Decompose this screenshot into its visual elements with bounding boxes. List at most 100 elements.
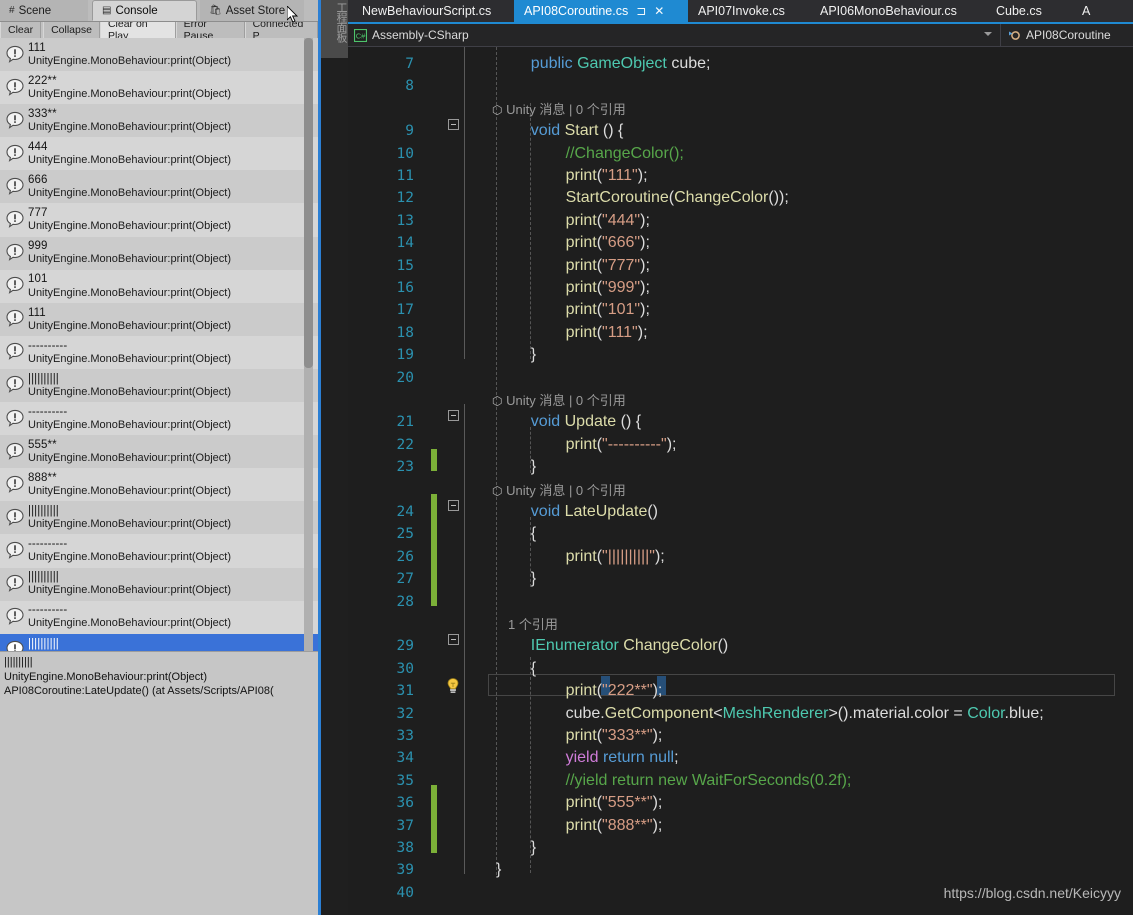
- connected-player-button[interactable]: Connected P: [244, 18, 318, 42]
- console-log-entry[interactable]: ||||||||||UnityEngine.MonoBehaviour:prin…: [0, 567, 318, 601]
- console-log-entry[interactable]: 101 UnityEngine.MonoBehaviour:print(Objec…: [0, 269, 318, 303]
- code-line[interactable]: void Update () {: [531, 411, 641, 433]
- lightbulb-icon[interactable]: [444, 677, 462, 695]
- code-line[interactable]: yield return null;: [566, 747, 679, 769]
- line-number: 11: [396, 168, 414, 184]
- code-line[interactable]: print("111");: [566, 322, 648, 344]
- grid-icon: #: [9, 4, 15, 16]
- console-log-entry[interactable]: ||||||||||UnityEngine.MonoBehaviour:prin…: [0, 368, 318, 403]
- line-number: 25: [396, 526, 414, 543]
- code-line[interactable]: print("222**");: [566, 680, 663, 702]
- code-line[interactable]: print("555**");: [566, 792, 663, 814]
- console-log-entry[interactable]: ||||||||||UnityEngine.MonoBehaviour:prin…: [0, 501, 318, 535]
- code-line[interactable]: StartCoroutine(ChangeColor());: [566, 187, 789, 209]
- pin-icon[interactable]: ⊐: [636, 4, 646, 18]
- code-line[interactable]: print("999");: [566, 277, 650, 299]
- fold-toggle[interactable]: [448, 410, 459, 421]
- console-log-stacktrace: UnityEngine.MonoBehaviour:print(Object): [28, 54, 231, 67]
- error-pause-button[interactable]: Error Pause: [175, 18, 245, 42]
- editor-tab-overflow[interactable]: A: [1072, 0, 1102, 22]
- console-log-entry[interactable]: 666 UnityEngine.MonoBehaviour:print(Objec…: [0, 170, 318, 204]
- close-icon[interactable]: ✕: [654, 4, 664, 18]
- code-line[interactable]: }: [496, 859, 501, 881]
- code-line[interactable]: void Start () {: [531, 120, 624, 142]
- code-line[interactable]: }: [531, 456, 536, 478]
- code-line[interactable]: print("101");: [566, 299, 650, 321]
- editor-tab-api08coroutine[interactable]: API08Coroutine.cs ⊐ ✕: [514, 0, 688, 22]
- console-log-entry[interactable]: 222** UnityEngine.MonoBehaviour:print(Obj…: [0, 71, 318, 105]
- console-log-entry[interactable]: ---------- UnityEngine.MonoBehaviour:prin…: [0, 335, 318, 369]
- code-line[interactable]: print("888**");: [566, 815, 663, 837]
- unity-tab-scene[interactable]: # Scene: [0, 0, 88, 21]
- clear-button[interactable]: Clear: [0, 22, 42, 38]
- console-log-entry[interactable]: ---------- UnityEngine.MonoBehaviour:prin…: [0, 534, 318, 568]
- console-log-stacktrace: UnityEngine.MonoBehaviour:print(Object): [28, 485, 231, 498]
- console-log-text: ---------- UnityEngine.MonoBehaviour:prin…: [28, 603, 231, 630]
- codelens-annotation[interactable]: ⬡ Unity 消息 | 0 个引用: [492, 99, 626, 121]
- chevron-down-icon[interactable]: [984, 32, 992, 36]
- console-log-entry[interactable]: 555** UnityEngine.MonoBehaviour:print(Obj…: [0, 435, 318, 469]
- code-line[interactable]: print("111");: [566, 165, 648, 187]
- console-scrollbar-thumb[interactable]: [304, 38, 313, 368]
- editor-tab-label: API08Coroutine.cs: [524, 4, 629, 18]
- code-editor[interactable]: 7 public GameObject cube; 8 ⬡ Unity 消息 | 0 …: [348, 47, 1133, 915]
- console-log-entry[interactable]: ---------- UnityEngine.MonoBehaviour:prin…: [0, 600, 318, 634]
- project-selector[interactable]: C# Assembly-CSharp: [348, 24, 1000, 46]
- collapse-button[interactable]: Collapse: [43, 22, 100, 38]
- code-line[interactable]: void LateUpdate(): [531, 501, 658, 523]
- console-log-message: 888**: [28, 472, 57, 485]
- editor-tab-api07invoke[interactable]: API07Invoke.cs: [688, 0, 806, 22]
- console-log-text: 888** UnityEngine.MonoBehaviour:print(Obj…: [28, 471, 231, 498]
- code-line[interactable]: print("----------");: [566, 434, 677, 456]
- console-scrollbar[interactable]: [304, 38, 313, 651]
- fold-toggle[interactable]: [448, 500, 459, 511]
- console-log-entry[interactable]: 111 UnityEngine.MonoBehaviour:print(Objec…: [0, 302, 318, 336]
- console-log-entry[interactable]: 999 UnityEngine.MonoBehaviour:print(Objec…: [0, 236, 318, 270]
- console-log-text: ---------- UnityEngine.MonoBehaviour:prin…: [28, 405, 231, 432]
- unity-tab-label: Console: [115, 4, 158, 17]
- code-line[interactable]: //ChangeColor();: [566, 143, 684, 165]
- console-log-entry[interactable]: 777 UnityEngine.MonoBehaviour:print(Objec…: [0, 203, 318, 237]
- editor-tab-cube[interactable]: Cube.cs: [986, 0, 1068, 22]
- codelens-annotation[interactable]: ⬡ Unity 消息 | 0 个引用: [492, 390, 626, 412]
- console-log-entry[interactable]: 888** UnityEngine.MonoBehaviour:print(Obj…: [0, 468, 318, 502]
- code-line[interactable]: public GameObject cube;: [531, 53, 711, 75]
- console-log-stacktrace: UnityEngine.MonoBehaviour:print(Object): [28, 286, 231, 299]
- console-log-entry[interactable]: 111 UnityEngine.MonoBehaviour:print(Objec…: [0, 38, 318, 72]
- code-line[interactable]: }: [531, 344, 536, 366]
- line-number: 12: [396, 190, 414, 207]
- code-line[interactable]: }: [531, 837, 536, 859]
- code-line[interactable]: print("666");: [566, 232, 650, 254]
- code-line[interactable]: //yield return new WaitForSeconds(0.2f);: [566, 770, 852, 792]
- clear-on-play-button[interactable]: Clear on Play: [99, 18, 176, 42]
- editor-tab-api06monobehaviour[interactable]: API06MonoBehaviour.cs: [810, 0, 982, 22]
- console-log-entry[interactable]: 444 UnityEngine.MonoBehaviour:print(Objec…: [0, 137, 318, 171]
- code-line[interactable]: IEnumerator ChangeColor(): [531, 635, 728, 657]
- code-line[interactable]: print("777");: [566, 255, 650, 277]
- code-line[interactable]: print("333**");: [566, 725, 663, 747]
- console-log-stacktrace: UnityEngine.MonoBehaviour:print(Object): [28, 121, 231, 134]
- type-selector[interactable]: API08Coroutine: [1000, 24, 1133, 46]
- console-log-entry[interactable]: 333** UnityEngine.MonoBehaviour:print(Obj…: [0, 104, 318, 138]
- console-log-entry[interactable]: ---------- UnityEngine.MonoBehaviour:prin…: [0, 402, 318, 436]
- line-number: 32: [396, 705, 414, 722]
- code-line[interactable]: cube.GetComponent<MeshRenderer>().materi…: [566, 703, 1044, 725]
- code-line[interactable]: }: [531, 568, 536, 590]
- editor-tab-newbehaviourscript[interactable]: NewBehaviourScript.cs: [352, 0, 514, 22]
- fold-toggle[interactable]: [448, 634, 459, 645]
- unity-tab-console[interactable]: ▤ Console: [92, 0, 197, 21]
- code-line[interactable]: print("444");: [566, 210, 650, 232]
- editor-tab-label: NewBehaviourScript.cs: [362, 4, 492, 18]
- codelens-annotation[interactable]: 1 个引用: [508, 614, 558, 636]
- line-number: 19: [396, 347, 414, 364]
- console-log-entry[interactable]: ||||||||||UnityEngine.MonoBehaviour:prin…: [0, 633, 318, 651]
- fold-toggle[interactable]: [448, 119, 459, 130]
- code-line[interactable]: {: [531, 523, 536, 545]
- line-number: 38: [396, 840, 414, 856]
- change-indicator: [431, 449, 437, 471]
- codelens-annotation[interactable]: ⬡ Unity 消息 | 0 个引用: [492, 480, 626, 502]
- code-line[interactable]: {: [531, 658, 536, 680]
- code-line[interactable]: print("||||||||||");: [566, 546, 665, 568]
- console-log-list[interactable]: 111 UnityEngine.MonoBehaviour:print(Objec…: [0, 38, 318, 651]
- console-log-text: 666 UnityEngine.MonoBehaviour:print(Objec…: [28, 173, 231, 200]
